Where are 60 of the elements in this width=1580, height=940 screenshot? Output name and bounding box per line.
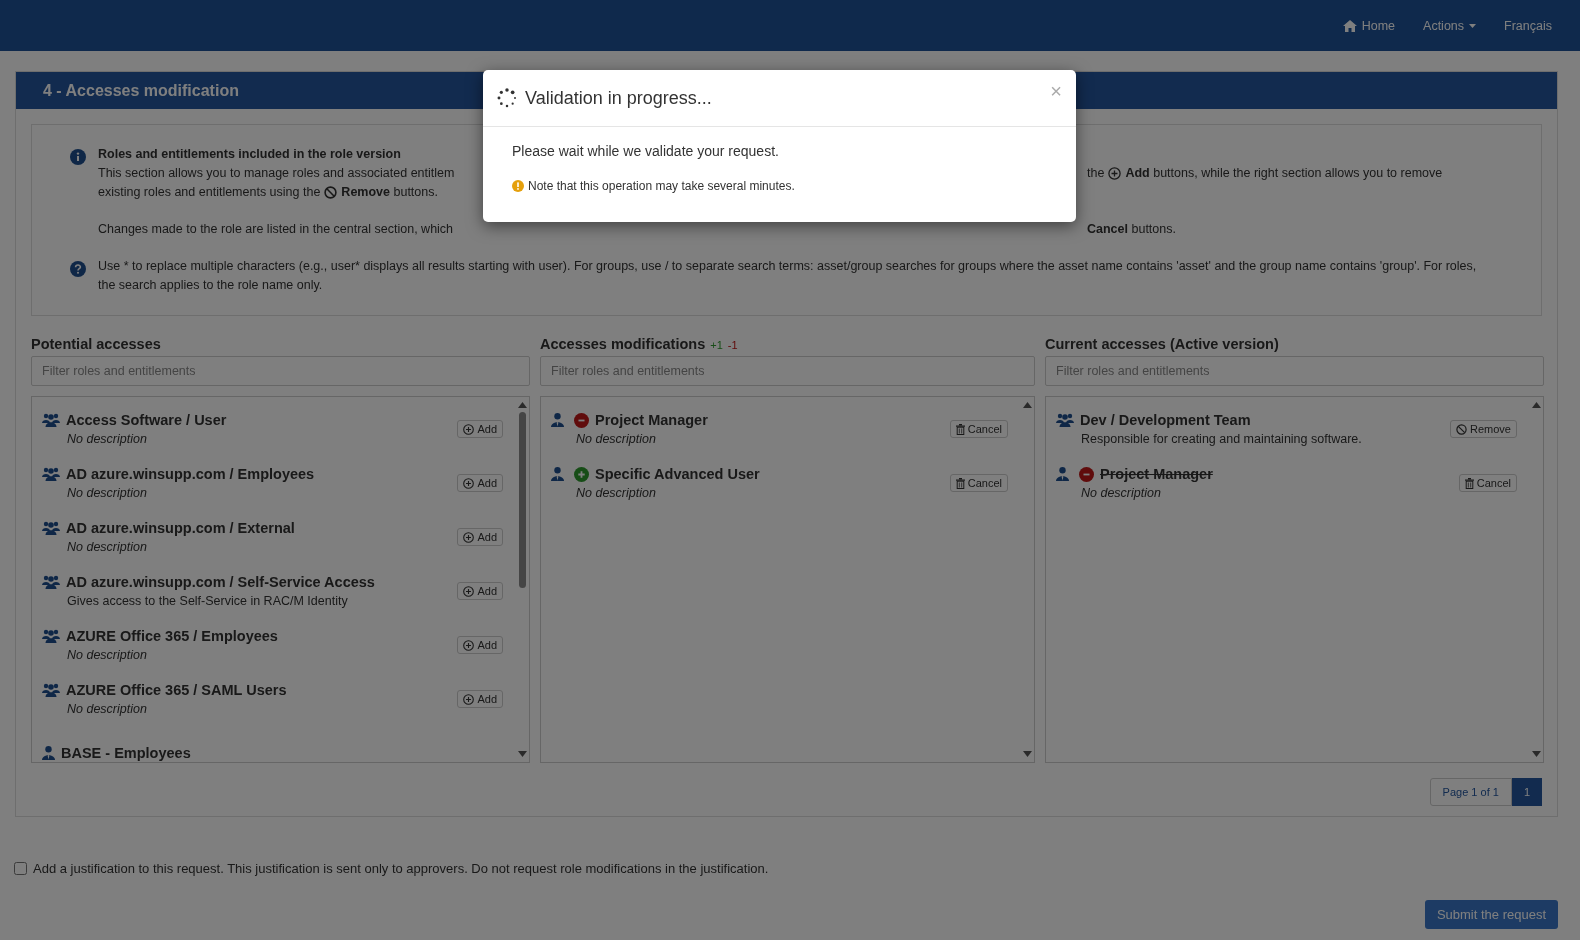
access-description: No description — [66, 702, 148, 716]
access-description: No description — [66, 486, 148, 500]
access-description: Responsible for creating and maintaining software. — [1080, 432, 1363, 446]
access-action-button[interactable]: Remove — [1450, 420, 1517, 438]
nav-link[interactable]: Home — [1342, 18, 1396, 33]
info-text: existing roles and entitlements using the — [98, 184, 321, 201]
page-summary: Page 1 of 1 — [1429, 778, 1512, 806]
nav-link[interactable]: Actions — [1423, 18, 1477, 33]
access-description: No description — [66, 540, 148, 554]
info-title: Roles and entitlements included in the role version — [98, 146, 401, 163]
submit-button[interactable]: Submit the request — [1424, 900, 1558, 929]
access-description: Gives access to the Self-Service in RAC/M Identity — [66, 594, 349, 608]
change-count: -1 — [727, 339, 738, 351]
access-name: Project Manager — [595, 412, 708, 428]
info-text: Add buttons, while the right section allows you to remove — [1125, 165, 1443, 182]
modal-note: Note that this operation may take several minutes. — [528, 179, 795, 193]
filter-field[interactable]: Filter roles and entitlements — [1045, 356, 1544, 386]
nav-link[interactable]: Français — [1504, 18, 1552, 33]
filter-field[interactable]: Filter roles and entitlements — [31, 356, 530, 386]
info-text: Changes made to the role are listed in the central section, which — [98, 221, 454, 238]
access-name: Access Software / User — [66, 412, 227, 428]
modal-title: Validation in progress... — [525, 87, 713, 109]
info-text: the — [1087, 165, 1105, 182]
access-name: AZURE Office 365 / SAML Users — [66, 682, 287, 698]
page-button[interactable]: 1 — [1511, 778, 1542, 806]
access-action-button[interactable]: Cancel — [1458, 474, 1517, 492]
close-button[interactable]: × — [1050, 80, 1062, 103]
access-name: AD azure.winsupp.com / Self-Service Access — [66, 574, 375, 590]
access-description: No description — [66, 648, 148, 662]
access-description: No description — [575, 432, 657, 446]
filter-field[interactable]: Filter roles and entitlements — [540, 356, 1035, 386]
access-action-button[interactable]: Add — [457, 690, 503, 708]
access-name: AD azure.winsupp.com / Employees — [66, 466, 315, 482]
column-title: Current accesses (Active version) — [1045, 336, 1279, 352]
access-name: AZURE Office 365 / Employees — [66, 628, 278, 644]
access-name: AD azure.winsupp.com / External — [66, 520, 295, 536]
column-title: Potential accesses — [31, 336, 161, 352]
info-text: Remove buttons. — [341, 184, 438, 201]
panel-title: 4 - Accesses modification — [43, 81, 239, 100]
access-action-button[interactable]: Add — [457, 582, 503, 600]
modal-message: Please wait while we validate your request. — [512, 143, 780, 159]
access-description: No description — [66, 432, 148, 446]
access-name: BASE - Employees — [61, 745, 191, 761]
justification-label: Add a justification to this request. This justification is sent only to approvers. Do not request role modifications in the justification. — [33, 861, 769, 876]
access-action-button[interactable]: Add — [457, 636, 503, 654]
access-action-button[interactable]: Add — [457, 474, 503, 492]
info-text: Cancel buttons. — [1087, 221, 1176, 238]
access-action-button[interactable]: Cancel — [949, 474, 1008, 492]
access-name: Specific Advanced User — [595, 466, 760, 482]
access-action-button[interactable]: Add — [457, 528, 503, 546]
access-name: Project Manager — [1100, 466, 1213, 482]
access-action-button[interactable]: Add — [457, 420, 503, 438]
column-title: Accesses modifications — [540, 336, 706, 352]
access-action-button[interactable]: Cancel — [949, 420, 1008, 438]
change-count: +1 — [710, 339, 723, 351]
access-description: No description — [575, 486, 657, 500]
access-name: Dev / Development Team — [1080, 412, 1251, 428]
access-description: No description — [1080, 486, 1162, 500]
help-text: Use * to replace multiple characters (e.g., user* displays all results starting with user). For groups, use / to separate search terms: asset/group searches for groups where the asset name contains 'asset' and the group name contains 'group'. For roles, the search applies to the role name only. — [98, 258, 1478, 294]
info-text: This section allows you to manage roles and associated entitlem — [98, 165, 455, 182]
